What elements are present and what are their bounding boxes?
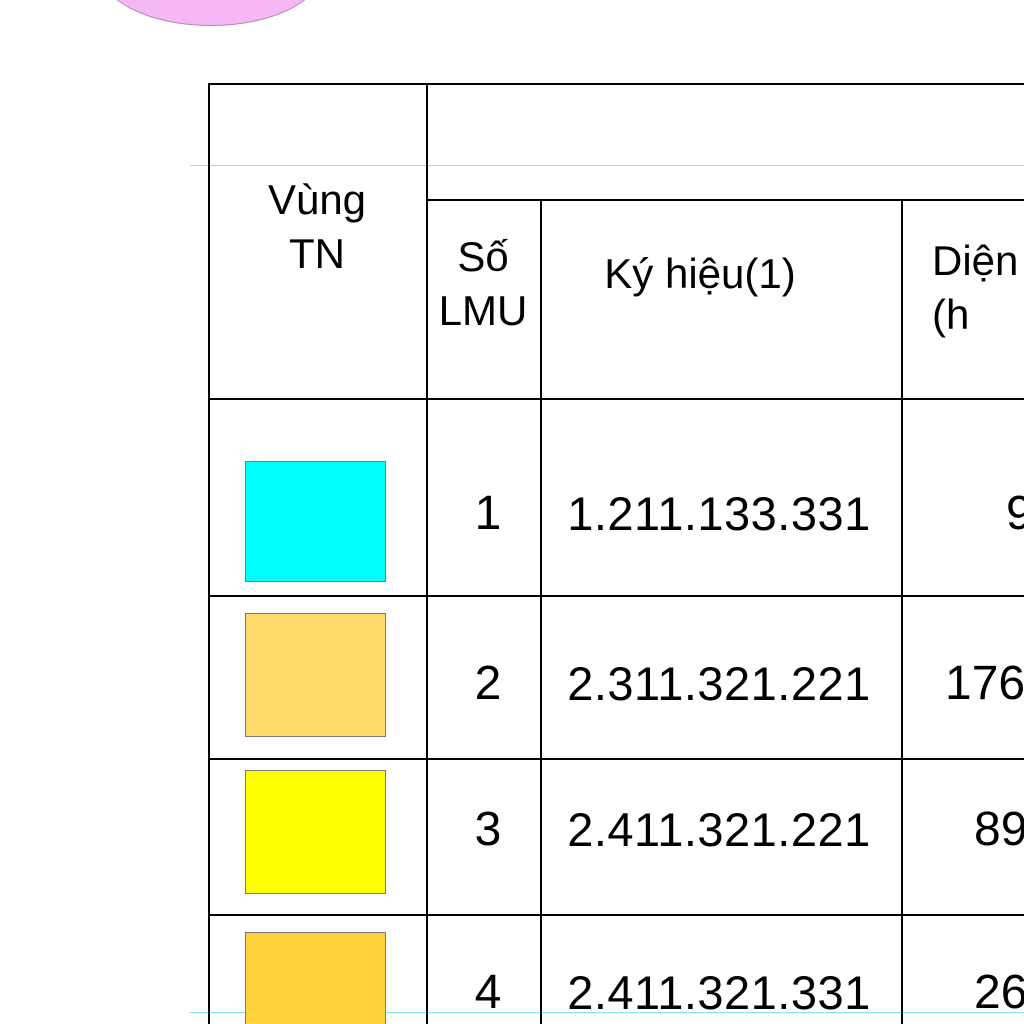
zone-color-swatch	[245, 770, 386, 894]
grid-line	[208, 595, 1024, 597]
lmu-number: 1	[474, 487, 502, 540]
grid-line	[208, 398, 1024, 400]
zone-color-swatch	[245, 613, 386, 737]
header-zone: Vùng TN	[267, 176, 367, 277]
lmu-area: 176	[945, 657, 1024, 710]
grid-line	[540, 199, 542, 1024]
grid-line	[426, 199, 1024, 201]
zone-color-swatch	[245, 932, 386, 1024]
header-symbol: Ký hiệu(1)	[604, 250, 796, 297]
lmu-number: 3	[474, 803, 502, 856]
grid-line	[901, 199, 903, 1024]
lmu-symbol: 2.411.321.221	[567, 803, 871, 856]
grid-line	[426, 83, 428, 1024]
guide-line-top	[190, 165, 1024, 166]
grid-line	[208, 914, 1024, 916]
lmu-symbol: 1.211.133.331	[567, 487, 871, 540]
grid-line	[208, 758, 1024, 760]
lmu-area: 89	[974, 803, 1024, 856]
header-area: Diện (h	[932, 237, 1019, 338]
canvas: Vùng TN Số LMU Ký hiệu(1) Diện (h 1 1.21…	[0, 0, 1024, 1024]
lmu-area: 26	[974, 966, 1024, 1019]
zone-color-swatch	[245, 461, 386, 582]
grid-line	[208, 83, 1024, 85]
lmu-number: 2	[474, 657, 502, 710]
lmu-area: 9	[1006, 487, 1024, 540]
header-lmu-count: Số LMU	[438, 233, 528, 334]
map-region-shape	[100, 0, 322, 26]
lmu-symbol: 2.411.321.331	[567, 966, 871, 1019]
lmu-number: 4	[474, 966, 502, 1019]
lmu-symbol: 2.311.321.221	[567, 657, 871, 710]
